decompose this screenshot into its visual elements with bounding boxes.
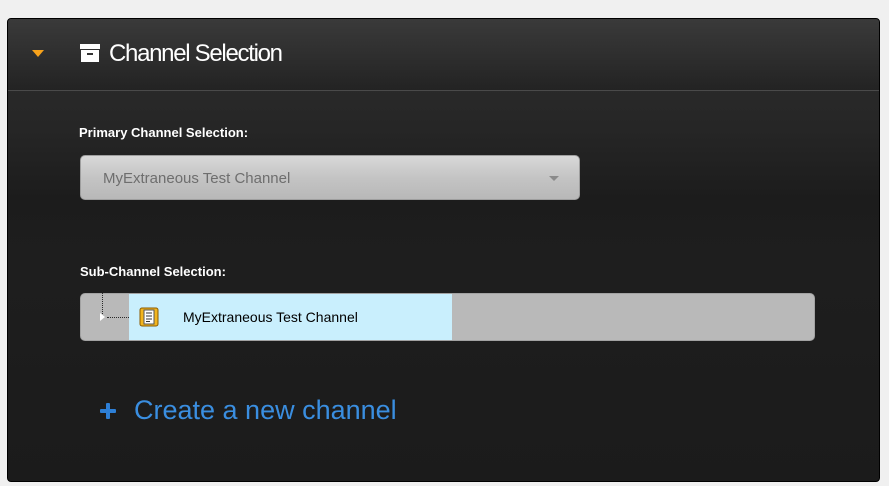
- archive-box-icon: [80, 44, 100, 62]
- tree-connector-line: [107, 317, 129, 318]
- create-channel-link[interactable]: Create a new channel: [100, 395, 397, 426]
- primary-channel-label: Primary Channel Selection:: [79, 125, 249, 140]
- primary-channel-value: MyExtraneous Test Channel: [103, 170, 291, 187]
- channel-document-icon: [139, 307, 159, 327]
- create-channel-label: Create a new channel: [134, 395, 397, 425]
- channel-selection-panel: Channel Selection Primary Channel Select…: [7, 18, 880, 482]
- panel-title: Channel Selection: [109, 40, 283, 67]
- tree-item-channel[interactable]: MyExtraneous Test Channel: [129, 294, 452, 340]
- tree-item-label: MyExtraneous Test Channel: [183, 309, 358, 325]
- chevron-down-icon: [549, 176, 559, 181]
- sub-channel-label: Sub-Channel Selection:: [80, 264, 226, 279]
- tree-connector-line: [102, 293, 103, 314]
- triangle-down-icon[interactable]: [32, 50, 44, 57]
- plus-icon: [100, 402, 116, 419]
- primary-channel-select[interactable]: MyExtraneous Test Channel: [80, 155, 580, 200]
- panel-header[interactable]: Channel Selection: [8, 19, 879, 91]
- sub-channel-tree[interactable]: MyExtraneous Test Channel: [80, 293, 815, 341]
- tree-expand-icon[interactable]: [100, 313, 105, 321]
